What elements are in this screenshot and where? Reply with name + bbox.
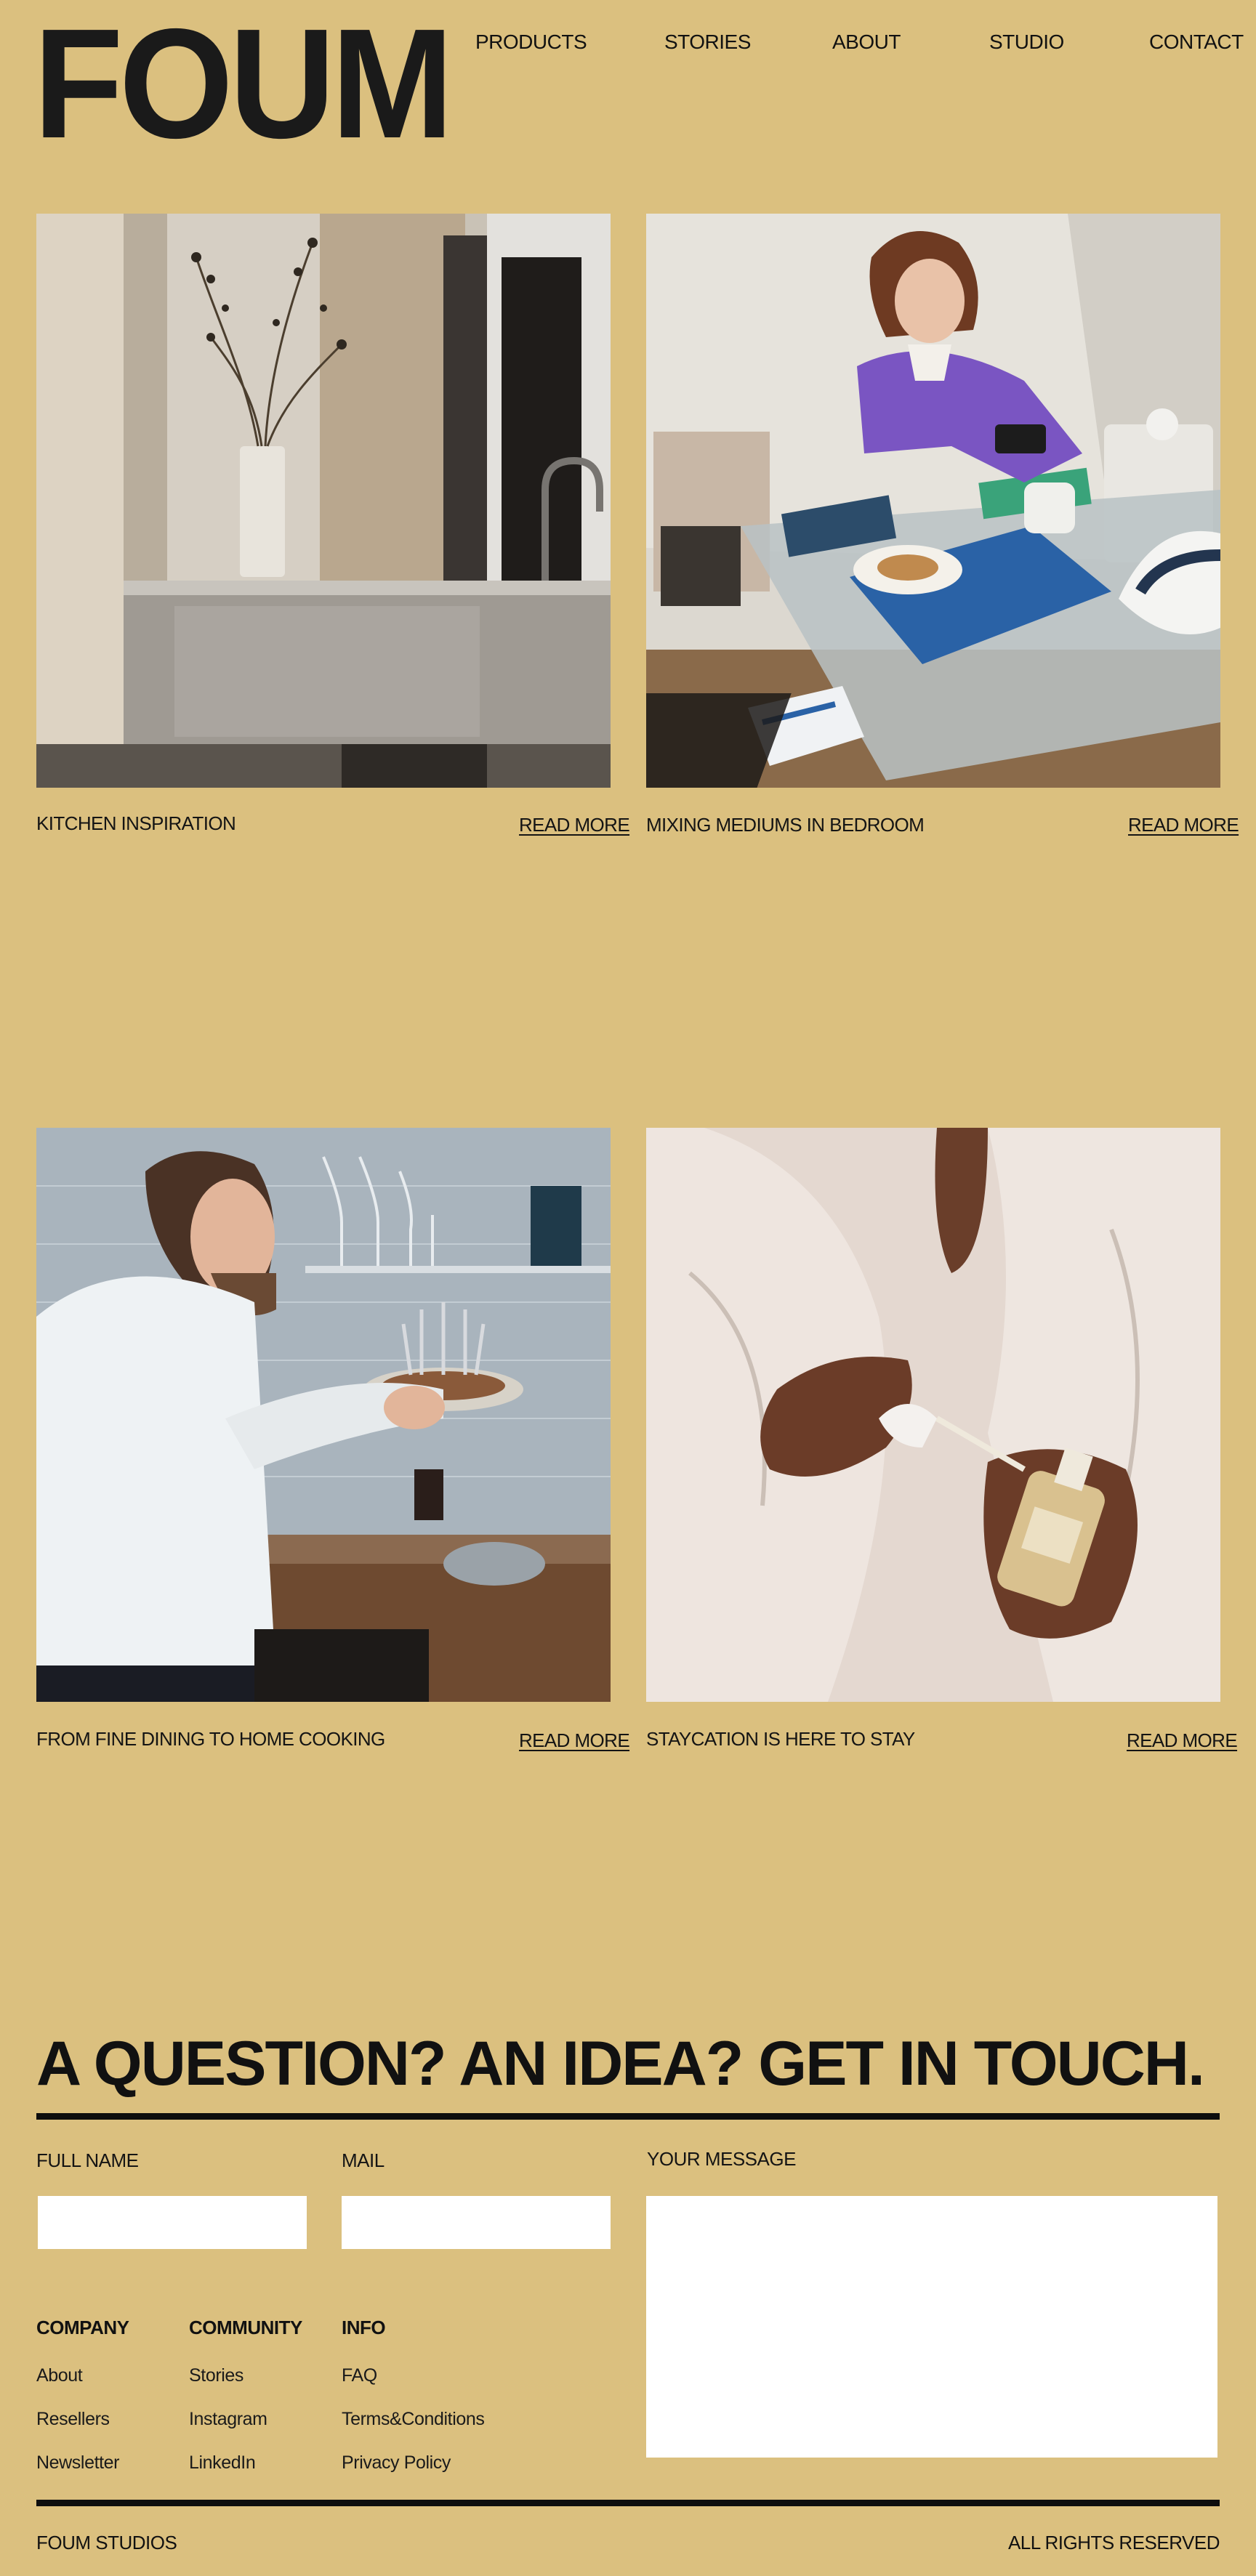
nav-contact[interactable]: CONTACT bbox=[1149, 31, 1244, 54]
footer-heading-info: INFO bbox=[342, 2317, 386, 2338]
footer-heading-company: COMPANY bbox=[36, 2317, 129, 2338]
story-image-dining[interactable] bbox=[36, 1128, 611, 1702]
footer-link-faq[interactable]: FAQ bbox=[342, 2365, 377, 2386]
full-name-input[interactable] bbox=[38, 2196, 307, 2249]
footer-divider bbox=[36, 2500, 1220, 2506]
contact-heading: A QUESTION? AN IDEA? GET IN TOUCH. bbox=[36, 2029, 1205, 2099]
footer-link-resellers[interactable]: Resellers bbox=[36, 2409, 110, 2430]
read-more-staycation[interactable]: READ MORE bbox=[1127, 1729, 1238, 1752]
nav-stories[interactable]: STORIES bbox=[664, 31, 751, 54]
story-title-kitchen: KITCHEN INSPIRATION bbox=[36, 812, 236, 834]
footer-link-privacy[interactable]: Privacy Policy bbox=[342, 2452, 451, 2474]
read-more-kitchen[interactable]: READ MORE bbox=[519, 814, 630, 836]
footer-link-about[interactable]: About bbox=[36, 2365, 83, 2386]
nav-about[interactable]: ABOUT bbox=[832, 31, 901, 54]
footer-heading-community: COMMUNITY bbox=[189, 2317, 302, 2338]
read-more-dining[interactable]: READ MORE bbox=[519, 1729, 630, 1752]
message-textarea[interactable] bbox=[646, 2196, 1217, 2458]
story-title-dining: FROM FINE DINING TO HOME COOKING bbox=[36, 1728, 385, 1750]
full-name-label: FULL NAME bbox=[36, 2149, 139, 2171]
footer-rights: ALL RIGHTS RESERVED bbox=[1007, 2532, 1220, 2553]
footer-studio-name: FOUM STUDIOS bbox=[36, 2532, 177, 2553]
brand-logo[interactable]: FOUM bbox=[33, 5, 454, 161]
footer-link-terms[interactable]: Terms&Conditions bbox=[342, 2409, 485, 2430]
nav-studio[interactable]: STUDIO bbox=[989, 31, 1064, 54]
footer-link-instagram[interactable]: Instagram bbox=[189, 2409, 267, 2430]
story-image-staycation[interactable] bbox=[646, 1128, 1220, 1702]
footer-link-newsletter[interactable]: Newsletter bbox=[36, 2452, 119, 2474]
read-more-bedroom[interactable]: READ MORE bbox=[1128, 814, 1239, 836]
footer-link-linkedin[interactable]: LinkedIn bbox=[189, 2452, 256, 2474]
story-title-staycation: STAYCATION IS HERE TO STAY bbox=[646, 1728, 915, 1750]
story-image-bedroom[interactable] bbox=[646, 214, 1220, 788]
nav-products[interactable]: PRODUCTS bbox=[475, 31, 587, 54]
message-label: YOUR MESSAGE bbox=[647, 2148, 796, 2170]
footer-link-stories[interactable]: Stories bbox=[189, 2365, 243, 2386]
mail-input[interactable] bbox=[342, 2196, 611, 2249]
story-title-bedroom: MIXING MEDIUMS IN BEDROOM bbox=[646, 814, 925, 836]
story-image-kitchen[interactable] bbox=[36, 214, 611, 788]
contact-divider bbox=[36, 2113, 1220, 2120]
mail-label: MAIL bbox=[342, 2149, 385, 2171]
